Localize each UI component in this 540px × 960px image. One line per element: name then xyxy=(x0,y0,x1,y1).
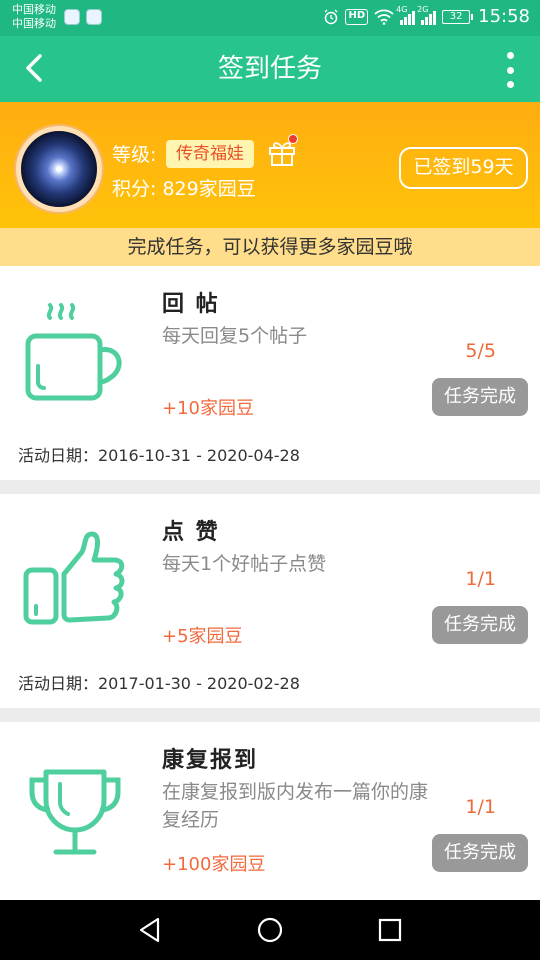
hd-icon: HD xyxy=(345,8,369,25)
app-notification-icon xyxy=(86,9,102,25)
battery-icon: 32 xyxy=(442,9,474,24)
nav-back-icon[interactable] xyxy=(134,914,166,946)
task-description: 在康复报到版内发布一篇你的康复经历 xyxy=(162,781,429,831)
signal-icon-1: 4G xyxy=(396,5,416,25)
task-description: 每天回复5个帖子 xyxy=(162,325,308,347)
task-card-reply: 回 帖 每天回复5个帖子 +10家园豆 5/5 任务完成 活动日期：2016-1… xyxy=(0,266,540,480)
task-reward: +5家园豆 xyxy=(162,626,243,647)
nav-recents-icon[interactable] xyxy=(374,914,406,946)
task-progress: 5/5 xyxy=(465,340,496,362)
points-label: 积分: xyxy=(112,178,157,200)
status-bar: 中国移动 中国移动 HD 4G 2G 32 15:58 xyxy=(0,0,540,36)
carrier-info: 中国移动 中国移动 xyxy=(12,3,56,31)
points-value: 829家园豆 xyxy=(162,178,256,200)
carrier-2: 中国移动 xyxy=(12,17,56,30)
avatar[interactable] xyxy=(16,126,102,212)
task-complete-button[interactable]: 任务完成 xyxy=(432,606,528,644)
task-complete-button[interactable]: 任务完成 xyxy=(432,834,528,872)
alarm-icon xyxy=(324,9,338,24)
carrier-1: 中国移动 xyxy=(12,3,56,16)
coffee-cup-icon xyxy=(25,303,122,401)
task-reward: +10家园豆 xyxy=(162,398,254,419)
task-card-like: 点 赞 每天1个好帖子点赞 +5家园豆 1/1 任务完成 活动日期：2017-0… xyxy=(0,494,540,708)
nav-home-icon[interactable] xyxy=(254,914,286,946)
network-type-2: 2G xyxy=(417,4,429,14)
wifi-icon xyxy=(374,9,394,25)
app-header: 签到任务 xyxy=(0,36,540,102)
task-hint-banner: 完成任务，可以获得更多家园豆哦 xyxy=(0,228,540,266)
task-description: 每天1个好帖子点赞 xyxy=(162,553,327,575)
signal-icon-2: 2G xyxy=(417,5,437,25)
task-date-range: 活动日期：2016-10-31 - 2020-04-28 xyxy=(18,446,300,465)
notification-icons xyxy=(64,9,102,25)
trophy-icon xyxy=(29,769,121,855)
gift-notification-dot xyxy=(288,134,298,144)
task-progress: 1/1 xyxy=(465,796,496,818)
level-badge: 传奇福娃 xyxy=(166,140,254,168)
task-title: 回 帖 xyxy=(162,292,220,317)
more-menu-icon[interactable] xyxy=(500,50,520,90)
points-row: 积分: 829家园豆 xyxy=(112,174,256,201)
profile-card: 等级: 传奇福娃 积分: 829家园豆 已签到59天 xyxy=(0,102,540,228)
thumbs-up-icon xyxy=(23,531,125,625)
page-title: 签到任务 xyxy=(217,54,322,84)
checkin-status-button[interactable]: 已签到59天 xyxy=(399,147,528,189)
clock: 15:58 xyxy=(478,6,530,27)
system-nav-bar xyxy=(0,900,540,960)
network-type-1: 4G xyxy=(396,4,408,14)
task-date-range: 活动日期：2017-01-30 - 2020-02-28 xyxy=(18,674,300,693)
status-indicators: HD 4G 2G 32 15:58 xyxy=(323,5,530,27)
task-reward: +100家园豆 xyxy=(162,854,266,875)
task-progress: 1/1 xyxy=(465,568,496,590)
task-complete-button[interactable]: 任务完成 xyxy=(432,378,528,416)
task-title: 点 赞 xyxy=(162,520,220,545)
task-title: 康复报到 xyxy=(162,748,259,773)
level-label: 等级: xyxy=(112,144,157,166)
shield-app-icon xyxy=(64,9,80,25)
